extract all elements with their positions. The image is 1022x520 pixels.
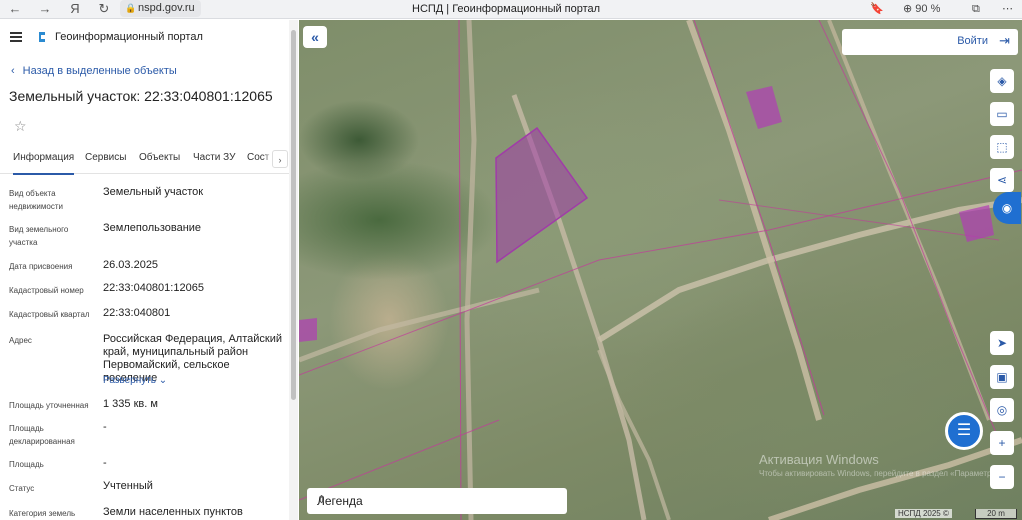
tabs-scroll-right-icon[interactable]: ›	[272, 150, 288, 168]
value-parcel-type: Землепользование	[103, 222, 202, 234]
print-icon[interactable]: ▣	[990, 365, 1014, 389]
support-tab-icon[interactable]: ◉	[993, 192, 1021, 224]
label-land-category: Категория земель	[9, 509, 76, 518]
login-button[interactable]: Войти ⇥	[842, 29, 1018, 55]
value-area-declared: -	[103, 421, 107, 433]
value-status: Учтенный	[103, 480, 153, 492]
tab-parts[interactable]: Части ЗУ	[193, 152, 235, 163]
info-panel: Геоинформационный портал ‹ Назад в выделе…	[0, 20, 298, 520]
value-cadastral-quarter: 22:33:040801	[103, 307, 171, 319]
hamburger-icon[interactable]	[10, 32, 22, 42]
login-label: Войти	[957, 35, 988, 47]
scrollbar-thumb[interactable]	[291, 30, 296, 400]
back-label: Назад в выделенные объекты	[22, 65, 177, 77]
portal-title: Геоинформационный портал	[55, 31, 203, 43]
portal-logo-icon	[39, 32, 45, 42]
zoom-icon: ⊕	[903, 3, 913, 15]
zoom-text: 90 %	[915, 3, 941, 15]
login-arrow-icon: ⇥	[999, 33, 1010, 48]
chat-icon[interactable]: ☰	[945, 412, 983, 450]
legend-select[interactable]: Легенда ⇕	[307, 488, 567, 514]
label-assign-date: Дата присвоения	[9, 262, 73, 271]
label-cadastral-quarter: Кадастровый квартал	[9, 310, 90, 319]
value-cadastral-number: 22:33:040801:12065	[103, 282, 204, 294]
back-arrow-icon[interactable]: ←	[6, 0, 24, 18]
label-area-declared: Площадь декларированная	[9, 424, 75, 446]
browser-toolbar: ← → Я ↻ 🔒 nspd.gov.ru НСПД | Геоинформац…	[0, 0, 1022, 19]
ruler-icon[interactable]: ▭	[990, 102, 1014, 126]
value-land-category: Земли населенных пунктов	[103, 506, 243, 518]
updown-chevron-icon: ⇕	[317, 494, 327, 506]
address-text: nspd.gov.ru	[138, 2, 195, 14]
windows-activation-hint: Чтобы активировать Windows, перейдите в …	[759, 469, 1004, 478]
reload-icon[interactable]: ↻	[95, 0, 113, 18]
label-object-type: Вид объекта недвижимости	[9, 189, 63, 211]
tab-information[interactable]: Информация	[13, 152, 75, 175]
layers-icon[interactable]: ◈	[990, 69, 1014, 93]
label-cadastral-number: Кадастровый номер	[9, 286, 84, 295]
info-tabs: Информация Сервисы Объекты Части ЗУ Сост…	[0, 148, 290, 175]
back-to-selected-link[interactable]: ‹ Назад в выделенные объекты	[11, 65, 177, 77]
tab-composition[interactable]: Сост	[247, 152, 269, 163]
tab-services[interactable]: Сервисы	[85, 152, 126, 163]
chevron-left-icon: ‹	[11, 65, 15, 77]
favorite-star-icon[interactable]: ☆	[14, 118, 27, 135]
extensions-icon[interactable]: ⧉	[972, 0, 980, 18]
label-area: Площадь	[9, 460, 44, 469]
select-area-icon[interactable]: ⬚	[990, 135, 1014, 159]
tab-objects[interactable]: Объекты	[139, 152, 180, 163]
label-area-precise: Площадь уточненная	[9, 401, 89, 410]
value-object-type: Земельный участок	[103, 186, 204, 198]
yandex-icon[interactable]: Я	[66, 0, 84, 18]
menu-icon[interactable]: ⋯	[1002, 0, 1013, 18]
chevron-down-icon: ⌄	[158, 375, 168, 386]
label-status: Статус	[9, 484, 35, 493]
collapse-panel-button[interactable]: «	[303, 26, 327, 48]
bookmark-icon[interactable]: 🔖	[870, 0, 884, 18]
scale-bar: 20 m	[975, 509, 1017, 519]
label-parcel-type: Вид земельного участка	[9, 225, 69, 247]
label-address: Адрес	[9, 336, 32, 345]
panel-scrollbar[interactable]	[289, 20, 298, 520]
value-area-precise: 1 335 кв. м	[103, 398, 158, 410]
value-assign-date: 26.03.2025	[103, 259, 159, 271]
expand-address-link[interactable]: Развернуть ⌄	[103, 374, 283, 387]
page-title: НСПД | Геоинформационный портал	[412, 3, 601, 15]
map-view[interactable]: « Войти ⇥ ◈ ▭ ⬚ ⋖ ◉ ➤ ▣ ◎ + − ☰ Легенда …	[299, 20, 1022, 520]
share-icon[interactable]: ⋖	[990, 168, 1014, 192]
zoom-level[interactable]: ⊕ 90 %	[903, 0, 940, 18]
windows-activation-watermark: Активация Windows	[759, 452, 879, 467]
map-features	[299, 20, 1022, 520]
address-bar[interactable]: 🔒 nspd.gov.ru	[120, 0, 201, 17]
lock-icon: 🔒	[125, 3, 137, 13]
locate-icon[interactable]: ➤	[990, 331, 1014, 355]
panel-header: Геоинформационный портал	[0, 20, 290, 56]
forward-arrow-icon[interactable]: →	[36, 0, 54, 18]
expand-label: Развернуть	[103, 375, 157, 386]
point-search-icon[interactable]: ◎	[990, 398, 1014, 422]
value-area: -	[103, 457, 107, 469]
object-title: Земельный участок: 22:33:040801:12065	[9, 88, 273, 104]
map-attribution: НСПД 2025 ©	[895, 509, 952, 518]
zoom-in-icon[interactable]: +	[990, 431, 1014, 455]
